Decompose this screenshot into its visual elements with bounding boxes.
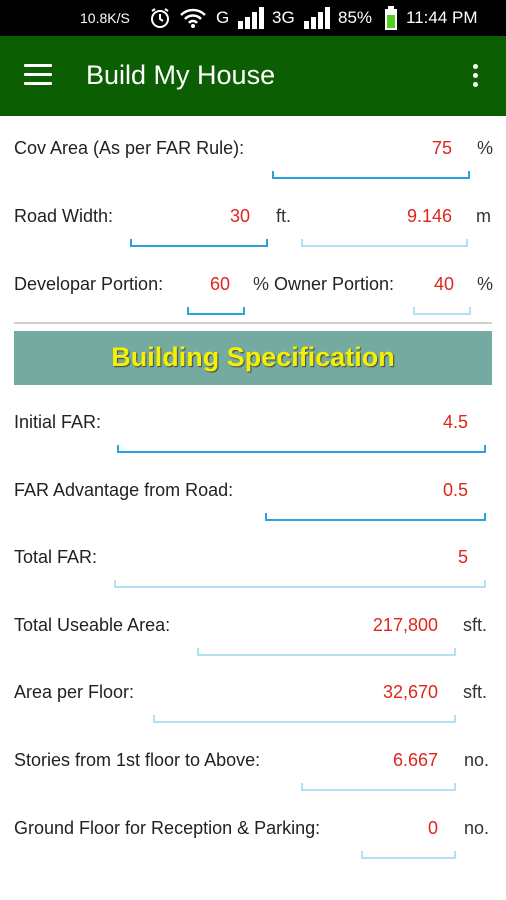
calculator-form: Cov Area (As per FAR Rule): 75 % Road Wi… (0, 116, 506, 900)
cov-area-unit: % (477, 138, 494, 158)
far-advantage-value[interactable]: 0.5 (380, 480, 468, 501)
section-header: Building Specification (14, 331, 492, 385)
ground-floor-value[interactable]: 0 (380, 818, 438, 839)
stories-label: Stories from 1st floor to Above: (14, 750, 261, 770)
section-title: Building Specification (111, 342, 395, 372)
area-per-floor-value: 32,670 (382, 682, 438, 702)
more-options-icon[interactable] (468, 60, 482, 92)
total-far-label: Total FAR: (14, 547, 98, 567)
battery-percent: 85% (338, 8, 373, 27)
initial-far-value[interactable]: 4.5 (380, 412, 468, 433)
net-speed: 10.8K/S (80, 10, 130, 26)
road-width-m-value: 9.146 (406, 206, 452, 226)
owner-portion-value: 40 (433, 274, 454, 294)
useable-area-value: 217,800 (372, 615, 438, 635)
owner-portion-input (413, 307, 471, 315)
developer-portion-input[interactable] (187, 307, 245, 315)
stories-value: 6.667 (392, 750, 438, 770)
useable-area-label: Total Useable Area: (14, 615, 171, 635)
useable-area-input (197, 648, 456, 656)
ground-floor-input[interactable] (361, 851, 456, 859)
road-width-m-unit: m (476, 206, 491, 226)
signal-bars-icon-2 (304, 7, 330, 29)
area-per-floor-input (153, 715, 456, 723)
network-type-2: 3G (272, 8, 295, 27)
area-per-floor-unit: sft. (463, 682, 488, 702)
app-bar: Build My House (0, 36, 506, 116)
road-width-ft-input[interactable] (130, 239, 268, 247)
road-width-m-input (301, 239, 468, 247)
cov-area-value[interactable]: 75 (380, 138, 452, 159)
developer-portion-label: Developar Portion: (14, 274, 164, 294)
road-width-label: Road Width: (14, 206, 114, 226)
cov-area-input[interactable] (272, 171, 470, 179)
network-type-1: G (216, 8, 230, 27)
stories-unit: no. (464, 750, 490, 770)
signal-bars-icon (238, 7, 264, 29)
road-width-ft-value[interactable]: 30 (180, 206, 250, 227)
status-bar: 10.8K/S G 3G 85% 11:44 PM (0, 0, 506, 36)
far-advantage-label: FAR Advantage from Road: (14, 480, 234, 500)
total-far-value: 5 (457, 547, 468, 567)
hamburger-menu-icon[interactable] (24, 64, 52, 86)
battery-icon (385, 6, 397, 30)
alarm-icon (151, 8, 169, 28)
ground-floor-unit: no. (464, 818, 490, 838)
wifi-icon (180, 8, 206, 28)
stories-input (301, 783, 456, 791)
developer-portion-unit: % (253, 274, 270, 294)
total-far-input (114, 580, 486, 588)
far-advantage-input[interactable] (265, 513, 486, 521)
area-per-floor-label: Area per Floor: (14, 682, 135, 702)
section-divider (14, 322, 492, 324)
owner-portion-unit: % (477, 274, 494, 294)
initial-far-input[interactable] (117, 445, 486, 453)
clock: 11:44 PM (406, 8, 478, 27)
cov-area-label: Cov Area (As per FAR Rule): (14, 138, 245, 158)
developer-portion-value[interactable]: 60 (190, 274, 230, 295)
road-width-ft-unit: ft. (276, 206, 292, 226)
ground-floor-label: Ground Floor for Reception & Parking: (14, 818, 321, 838)
initial-far-label: Initial FAR: (14, 412, 102, 432)
owner-portion-label: Owner Portion: (274, 274, 395, 294)
app-title: Build My House (86, 60, 276, 90)
useable-area-unit: sft. (463, 615, 488, 635)
